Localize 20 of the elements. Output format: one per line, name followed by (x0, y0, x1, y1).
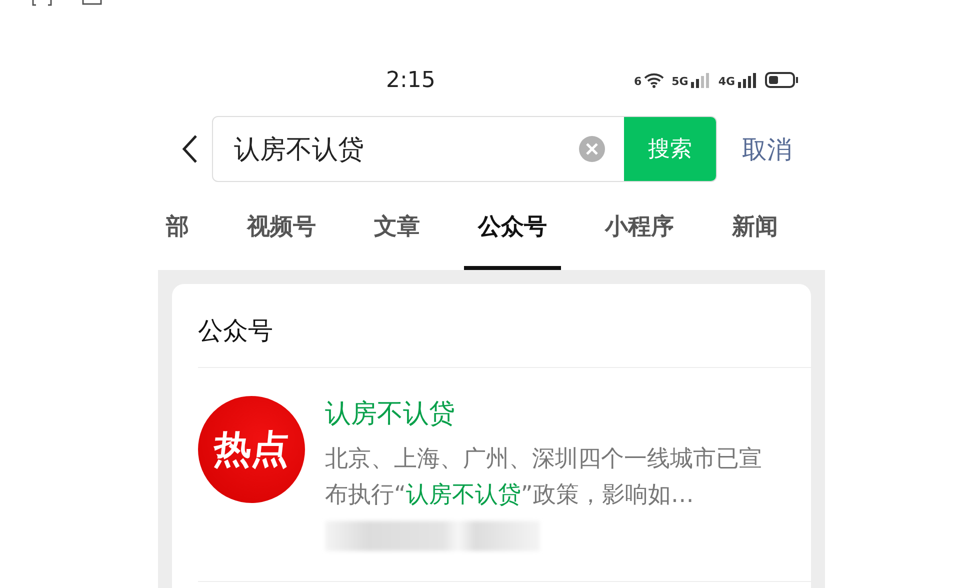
signal-icon (737, 72, 758, 88)
battery-icon (765, 72, 796, 88)
expand-icon[interactable] (32, 0, 52, 8)
section-title: 公众号 (198, 284, 811, 368)
cancel-link[interactable]: 取消 (742, 132, 792, 166)
wifi-label: 6 (634, 75, 642, 88)
tab[interactable]: 部 (152, 182, 203, 270)
network-label: 4G (718, 75, 736, 88)
tab[interactable]: 视频号 (233, 182, 330, 270)
back-icon[interactable] (180, 133, 200, 165)
wifi-icon (644, 72, 664, 88)
clock-time: 2:15 (386, 68, 436, 92)
signal-icon (690, 72, 710, 88)
tab[interactable]: 小程序 (591, 182, 688, 270)
network-label: 5G (672, 75, 688, 88)
account-logo[interactable]: 热点 (198, 396, 305, 503)
result-description: 北京、上海、广州、深圳四个一线城市已宣布执行“认房不认贷”政策，影响如… (325, 445, 763, 510)
tab[interactable]: 公众号 (464, 182, 561, 270)
tab[interactable]: 新闻 (718, 182, 792, 270)
tab[interactable]: 文章 (360, 182, 434, 270)
